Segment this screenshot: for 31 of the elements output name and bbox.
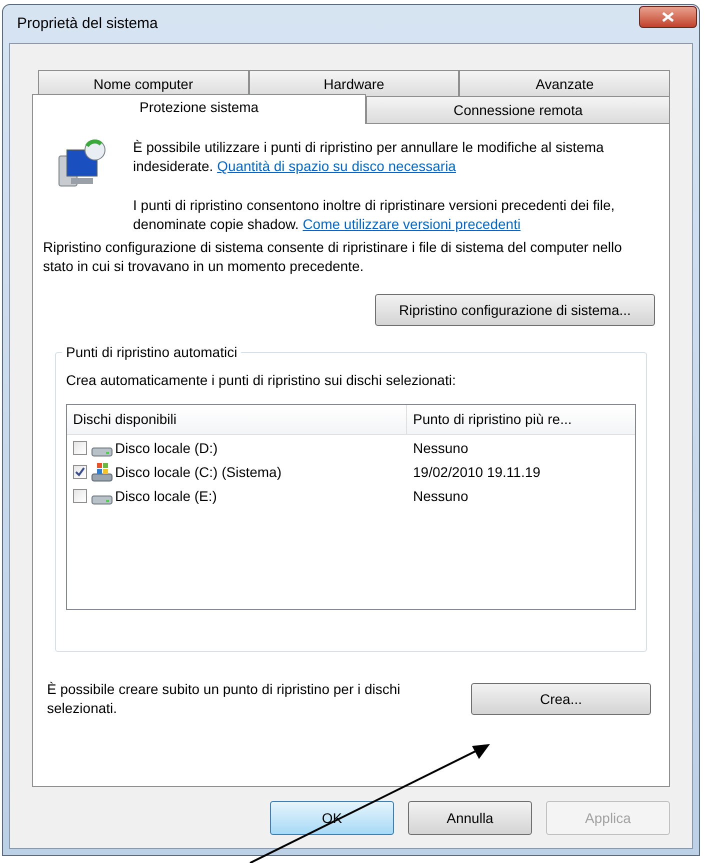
- system-restore-button[interactable]: Ripristino configurazione di sistema...: [375, 294, 655, 326]
- restore-point-date: Nessuno: [412, 438, 468, 458]
- column-header[interactable]: Dischi disponibili: [67, 405, 407, 434]
- tab[interactable]: Protezione sistema: [32, 94, 366, 124]
- drive-name: Disco locale (C:) (Sistema): [115, 462, 282, 482]
- drive-icon: [91, 447, 113, 457]
- checkmark-icon: [75, 467, 85, 477]
- restore-point-date: 19/02/2010 19.11.19: [412, 462, 540, 482]
- restore-point-date: Nessuno: [412, 486, 468, 506]
- drive-icon: [91, 495, 113, 505]
- window-title: Proprietà del sistema: [17, 14, 158, 34]
- dialog-button[interactable]: Annulla: [408, 801, 532, 835]
- previous-versions-link[interactable]: Come utilizzare versioni precedenti: [302, 216, 521, 232]
- description-text: Ripristino configurazione di sistema consente di ripristinare i file di sistema del computer nello stato in cui si trovavano in un momento precedente.: [43, 238, 623, 276]
- tab[interactable]: Avanzate: [459, 70, 670, 98]
- checkbox[interactable]: [73, 465, 87, 479]
- create-button[interactable]: Crea...: [471, 683, 651, 715]
- disk-space-link[interactable]: Quantità di spazio su disco necessaria: [217, 158, 456, 174]
- tab[interactable]: Connessione remota: [366, 96, 670, 124]
- close-icon: [662, 12, 674, 22]
- system-drive-icon: [91, 461, 113, 483]
- checkbox[interactable]: [73, 441, 87, 455]
- shadow-copies-text: I punti di ripristino consentono inoltre di ripristinare versioni precedenti dei file, denominate copie shadow. Come utilizzare versioni precedenti: [133, 196, 616, 234]
- drive-name: Disco locale (E:): [115, 486, 217, 506]
- checkbox[interactable]: [73, 489, 87, 503]
- intro-text: È possibile utilizzare i punti di ripristino per annullare le modifiche al sistema indesiderate. Quantità di spazio su disco necessaria: [133, 138, 605, 176]
- close-button[interactable]: [639, 6, 697, 28]
- column-header[interactable]: Punto di ripristino più re...: [407, 405, 635, 434]
- drive-name: Disco locale (D:): [115, 438, 218, 458]
- group-caption: Crea automaticamente i punti di ripristino sui dischi selezionati:: [66, 371, 457, 390]
- create-text: È possibile creare subito un punto di ripristino per i dischi selezionati.: [47, 680, 402, 718]
